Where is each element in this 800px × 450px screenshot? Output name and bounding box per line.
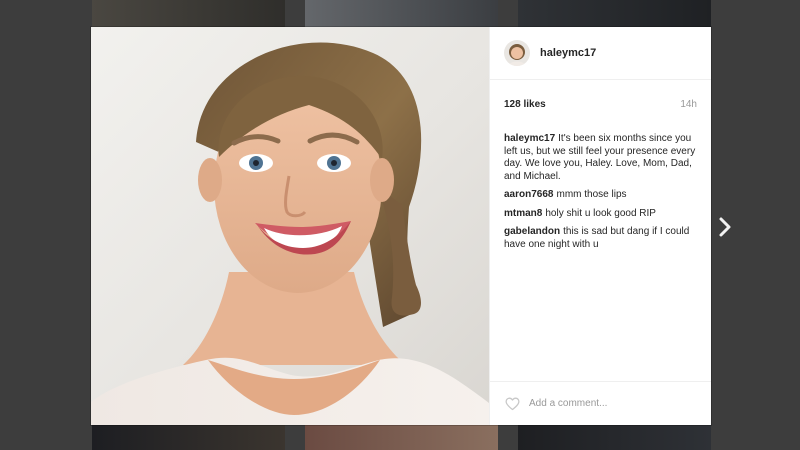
comments-list: haleymc17 It's been six months since you … [490,115,711,251]
chevron-right-icon[interactable] [716,215,734,239]
comment-text: mmm those lips [556,189,627,200]
username-link[interactable]: haleymc17 [540,47,596,59]
comment-author-link[interactable]: haleymc17 [504,133,555,144]
background-thumbnail[interactable] [518,0,711,27]
comment-bar [490,381,711,425]
comment-text: holy shit u look good RIP [545,207,656,219]
post-header: haleymc17 [490,27,711,80]
portrait-illustration [91,42,489,425]
heart-icon[interactable] [504,395,521,412]
comment-author-link[interactable]: aaron7668 [504,189,553,200]
background-thumbnail[interactable] [92,0,285,27]
comment-item: gabelandon this is sad but dang if I coul… [504,226,697,251]
post-meta: 128 likes 14h [490,80,711,115]
background-thumbnail[interactable] [518,425,711,450]
post-side-panel: haleymc17 128 likes 14h haleymc17 It's be… [489,27,711,425]
background-thumbnail[interactable] [92,425,285,450]
post-time: 14h [680,98,697,110]
comment-author-link[interactable]: mtman8 [504,208,542,219]
comment-item: haleymc17 It's been six months since you … [504,133,697,183]
comment-input[interactable] [529,398,689,409]
background-thumbnail[interactable] [305,0,498,27]
post-modal: haleymc17 128 likes 14h haleymc17 It's be… [91,27,711,425]
avatar[interactable] [504,40,530,66]
comment-item: aaron7668 mmm those lips [504,189,697,202]
comment-author-link[interactable]: gabelandon [504,226,560,237]
comment-item: mtman8 holy shit u look good RIP [504,208,697,221]
likes-count[interactable]: 128 likes [504,99,546,110]
post-photo[interactable] [91,27,489,425]
background-thumbnail[interactable] [305,425,498,450]
